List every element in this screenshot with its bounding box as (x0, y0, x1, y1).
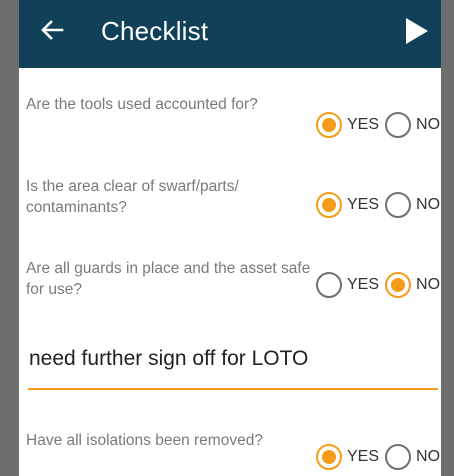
no-label-3: NO (416, 276, 441, 293)
comment-input-value: need further sign off for LOTO (29, 347, 309, 370)
yes-no-group-4: YES NO (316, 442, 446, 472)
yes-label-4: YES (347, 448, 380, 465)
yes-no-group-1: YES NO (316, 110, 446, 140)
yes-no-group-3: YES NO (316, 270, 446, 300)
yes-label-3: YES (347, 276, 380, 293)
question-text-2: Is the area clear of swarf/parts/ contam… (26, 178, 239, 216)
no-label-4: NO (416, 448, 441, 465)
app-bar: Checklist (19, 0, 441, 68)
right-frame (441, 0, 454, 476)
yes-no-group-2: YES NO (316, 190, 446, 220)
yes-radio-3[interactable] (316, 272, 342, 298)
yes-radio-1[interactable] (316, 112, 342, 138)
yes-label-2: YES (347, 196, 380, 213)
no-radio-4[interactable] (385, 444, 412, 470)
no-radio-1[interactable] (385, 112, 412, 138)
yes-radio-2[interactable] (316, 192, 342, 218)
play-icon[interactable] (403, 16, 431, 46)
question-text-1: Are the tools used accounted for? (26, 96, 258, 113)
no-label-1: NO (416, 116, 441, 133)
question-text-3: Are all guards in place and the asset sa… (26, 260, 311, 298)
left-frame (0, 0, 19, 476)
no-label-2: NO (416, 196, 441, 213)
checklist-content: Are the tools used accounted for? YES NO… (19, 68, 441, 476)
yes-radio-4[interactable] (316, 444, 342, 470)
yes-label-1: YES (347, 116, 380, 133)
no-radio-2[interactable] (385, 192, 412, 218)
arrow-left-icon[interactable] (36, 14, 68, 46)
no-radio-3[interactable] (385, 272, 412, 298)
comment-input[interactable]: need further sign off for LOTO (28, 338, 438, 390)
page-title: Checklist (101, 16, 209, 46)
question-text-4: Have all isolations been removed? (26, 432, 263, 449)
